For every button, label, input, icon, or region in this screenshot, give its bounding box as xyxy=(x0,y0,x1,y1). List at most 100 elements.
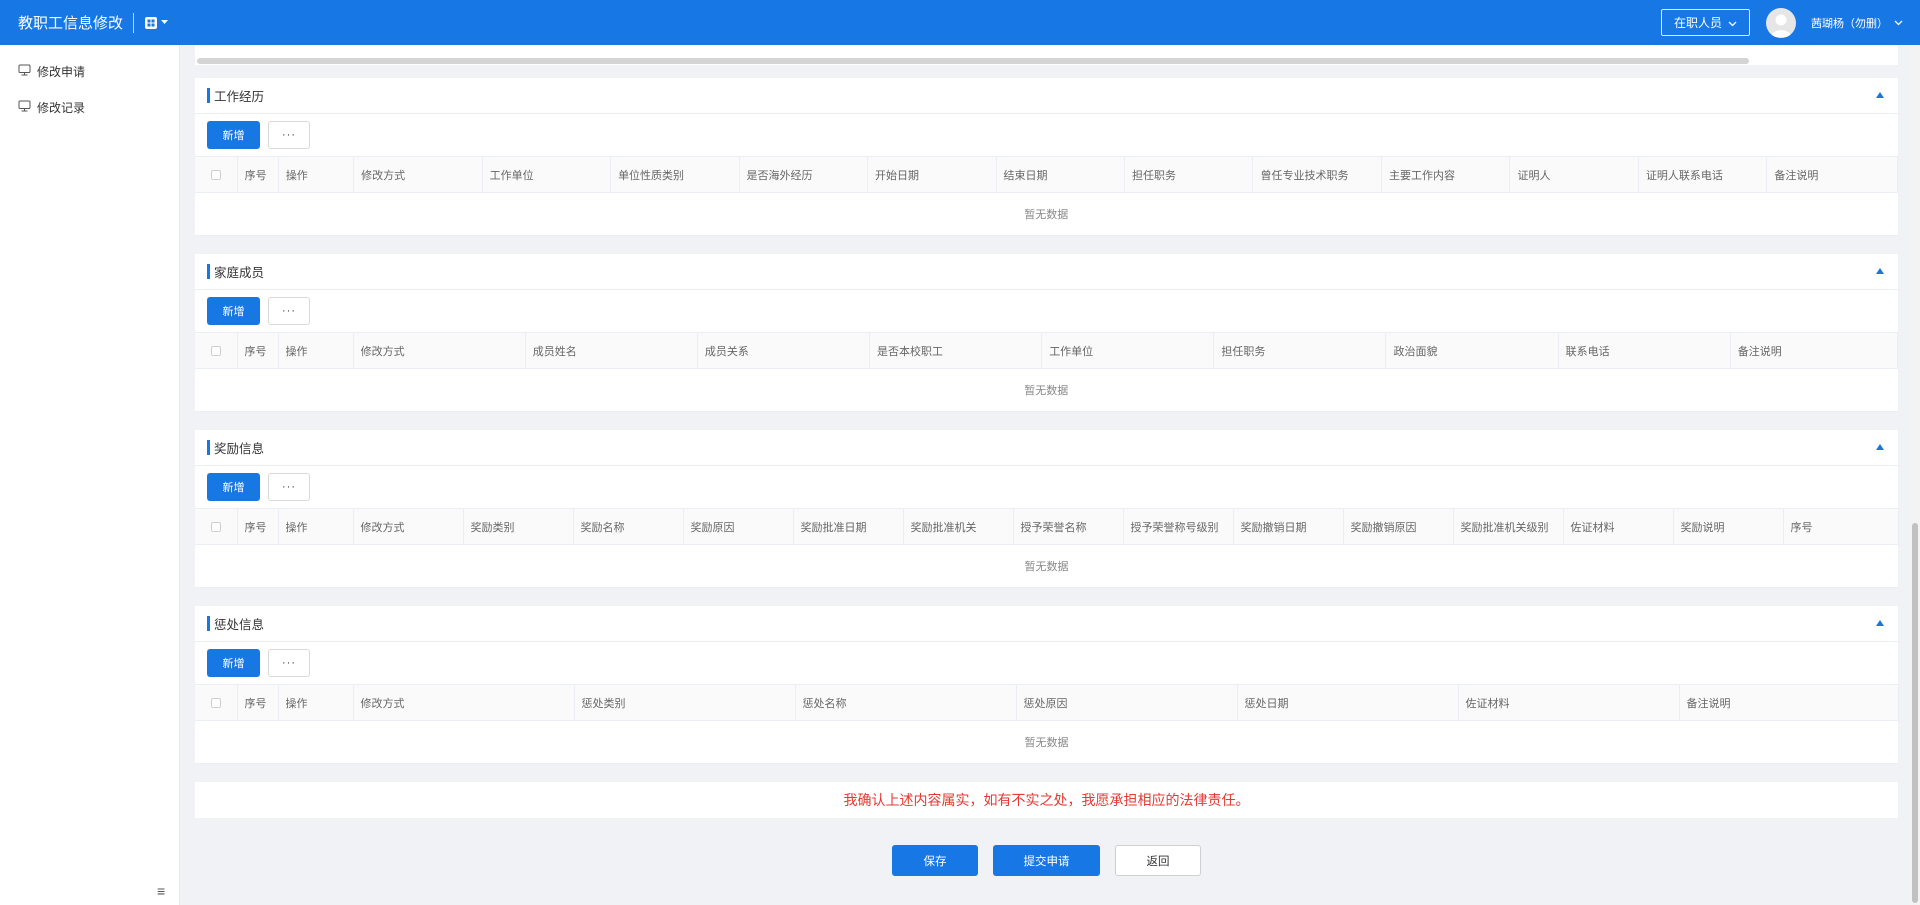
column-header: 成员姓名 xyxy=(525,332,698,369)
chevron-down-icon[interactable] xyxy=(1894,20,1903,26)
column-header: 担任职务 xyxy=(1124,156,1254,193)
data-table: 序号 操作 修改方式 成员姓名 成员关系 是否本校职工 工作单位 担任职务 政治… xyxy=(195,332,1899,412)
column-header: 序号 xyxy=(237,684,279,721)
add-button[interactable]: 新增 xyxy=(207,297,260,325)
section-penalties: 惩处信息 新增 ··· 序号 操作 修改方式 惩处类别 惩处名称 惩处原因 惩处… xyxy=(195,606,1899,764)
submit-application-button[interactable]: 提交申请 xyxy=(993,845,1100,876)
user-name[interactable]: 茜瑚杨（勿删） xyxy=(1811,15,1888,31)
column-header: 联系电话 xyxy=(1558,332,1731,369)
empty-placeholder: 暂无数据 xyxy=(195,368,1898,412)
form-actions: 保存 提交申请 返回 xyxy=(195,845,1898,876)
add-button[interactable]: 新增 xyxy=(207,121,260,149)
scrollbar-thumb[interactable] xyxy=(197,58,1749,64)
collapse-arrow-icon[interactable] xyxy=(1876,620,1884,626)
user-icon xyxy=(1771,14,1791,37)
column-header: 序号 xyxy=(237,508,279,545)
collapse-arrow-icon[interactable] xyxy=(1876,268,1884,274)
grid-icon xyxy=(144,16,158,30)
select-all-checkbox[interactable] xyxy=(195,684,238,721)
column-header: 操作 xyxy=(278,684,354,721)
column-header: 证明人联系电话 xyxy=(1638,156,1768,193)
data-table: 序号 操作 修改方式 惩处类别 惩处名称 惩处原因 惩处日期 佐证材料 备注说明… xyxy=(195,684,1899,764)
table-header-row: 序号 操作 修改方式 奖励类别 奖励名称 奖励原因 奖励批准日期 奖励批准机关 … xyxy=(195,508,1899,545)
column-header: 备注说明 xyxy=(1730,332,1899,369)
select-all-checkbox[interactable] xyxy=(195,332,238,369)
table-header-row: 序号 操作 修改方式 工作单位 单位性质类别 是否海外经历 开始日期 结束日期 … xyxy=(195,156,1898,193)
caret-down-icon xyxy=(161,20,169,25)
add-button[interactable]: 新增 xyxy=(207,649,260,677)
column-header: 惩处类别 xyxy=(574,684,796,721)
column-header: 惩处名称 xyxy=(795,684,1017,721)
more-button[interactable]: ··· xyxy=(268,121,310,149)
column-header: 佐证材料 xyxy=(1563,508,1674,545)
collapse-arrow-icon[interactable] xyxy=(1876,92,1884,98)
app-title: 教职工信息修改 xyxy=(18,15,124,32)
column-header: 曾任专业技术职务 xyxy=(1252,156,1382,193)
section-title: 惩处信息 xyxy=(214,618,265,632)
column-header: 政治面貌 xyxy=(1385,332,1559,369)
save-button[interactable]: 保存 xyxy=(892,845,978,876)
data-table: 序号 操作 修改方式 奖励类别 奖励名称 奖励原因 奖励批准日期 奖励批准机关 … xyxy=(195,508,1899,588)
column-header: 奖励撤销原因 xyxy=(1343,508,1454,545)
section-title: 工作经历 xyxy=(214,90,265,104)
more-button[interactable]: ··· xyxy=(268,297,310,325)
app-menu-button[interactable] xyxy=(144,16,169,30)
sidebar-item-modify-request[interactable]: 修改申请 xyxy=(0,53,179,89)
column-header: 奖励说明 xyxy=(1673,508,1784,545)
chevron-down-icon xyxy=(1728,16,1737,30)
empty-placeholder: 暂无数据 xyxy=(195,720,1898,764)
section-accent-bar xyxy=(207,264,210,279)
section-toolbar: 新增 ··· xyxy=(195,114,1898,156)
select-all-checkbox[interactable] xyxy=(195,156,238,193)
sidebar: 修改申请 修改记录 ≡ xyxy=(0,45,180,905)
column-header: 备注说明 xyxy=(1679,684,1899,721)
column-header: 修改方式 xyxy=(353,156,483,193)
select-all-checkbox[interactable] xyxy=(195,508,238,545)
collapse-sidebar-icon[interactable]: ≡ xyxy=(157,883,165,899)
collapse-arrow-icon[interactable] xyxy=(1876,444,1884,450)
column-header: 授予荣誉称号级别 xyxy=(1123,508,1234,545)
back-button[interactable]: 返回 xyxy=(1115,845,1201,876)
vertical-scrollbar[interactable] xyxy=(1910,45,1920,905)
sidebar-item-label: 修改申请 xyxy=(37,64,86,79)
more-button[interactable]: ··· xyxy=(268,473,310,501)
column-header: 结束日期 xyxy=(996,156,1126,193)
confirmation-statement: 我确认上述内容属实，如有不实之处，我愿承担相应的法律责任。 xyxy=(843,792,1250,808)
column-header: 是否本校职工 xyxy=(869,332,1043,369)
column-header: 序号 xyxy=(237,156,279,193)
table-header-row: 序号 操作 修改方式 成员姓名 成员关系 是否本校职工 工作单位 担任职务 政治… xyxy=(195,332,1899,369)
column-header: 操作 xyxy=(278,156,355,193)
avatar[interactable] xyxy=(1766,7,1796,38)
staff-status-value: 在职人员 xyxy=(1673,16,1722,30)
add-button[interactable]: 新增 xyxy=(207,473,260,501)
column-header: 序号 xyxy=(1783,508,1899,545)
column-header: 奖励类别 xyxy=(463,508,574,545)
column-header: 授予荣誉名称 xyxy=(1013,508,1124,545)
column-header: 奖励撤销日期 xyxy=(1233,508,1344,545)
column-header: 工作单位 xyxy=(1041,332,1215,369)
column-header: 奖励原因 xyxy=(683,508,794,545)
section-accent-bar xyxy=(207,88,210,103)
column-header: 修改方式 xyxy=(353,508,464,545)
legal-confirmation-text: 我确认上述内容属实，如有不实之处，我愿承担相应的法律责任。 xyxy=(195,782,1898,818)
section-header: 奖励信息 xyxy=(195,430,1898,466)
column-header: 工作单位 xyxy=(482,156,612,193)
section-accent-bar xyxy=(207,440,210,455)
section-rewards: 奖励信息 新增 ··· 序号 操作 修改方式 奖励类别 奖励名称 奖励原因 奖励… xyxy=(195,430,1899,588)
column-header: 开始日期 xyxy=(867,156,997,193)
horizontal-scrollbar[interactable] xyxy=(195,45,1898,65)
column-header: 奖励批准机关级别 xyxy=(1453,508,1564,545)
column-header: 是否海外经历 xyxy=(739,156,869,193)
column-header: 成员关系 xyxy=(697,332,871,369)
staff-status-select[interactable]: 在职人员 xyxy=(1660,9,1750,36)
empty-placeholder: 暂无数据 xyxy=(195,544,1898,588)
column-header: 主要工作内容 xyxy=(1381,156,1511,193)
section-accent-bar xyxy=(207,616,210,631)
sidebar-item-modify-records[interactable]: 修改记录 xyxy=(0,89,179,125)
sidebar-item-label: 修改记录 xyxy=(37,100,86,115)
more-button[interactable]: ··· xyxy=(268,649,310,677)
column-header: 担任职务 xyxy=(1213,332,1387,369)
monitor-icon xyxy=(18,100,31,115)
scrollbar-thumb[interactable] xyxy=(1912,523,1918,903)
data-table: 序号 操作 修改方式 工作单位 单位性质类别 是否海外经历 开始日期 结束日期 … xyxy=(195,156,1898,236)
